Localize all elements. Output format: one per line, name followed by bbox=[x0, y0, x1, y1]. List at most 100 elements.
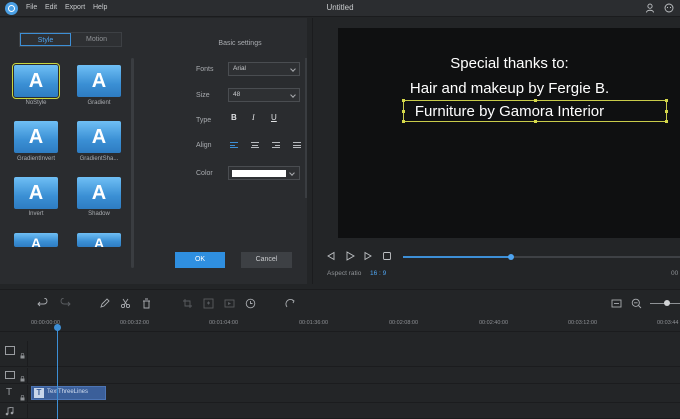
chevron-down-icon bbox=[289, 170, 295, 176]
fonts-select[interactable]: Arial bbox=[228, 62, 300, 76]
resize-handle[interactable] bbox=[402, 99, 405, 102]
next-frame-icon[interactable] bbox=[363, 251, 373, 261]
freeze-frame-icon[interactable] bbox=[224, 298, 235, 309]
previous-frame-icon[interactable] bbox=[326, 251, 336, 261]
resize-handle[interactable] bbox=[534, 120, 537, 123]
tick-label: 00:01:36:00 bbox=[299, 320, 329, 326]
scissors-icon[interactable] bbox=[120, 298, 131, 309]
ok-button[interactable]: OK bbox=[175, 252, 225, 268]
preview-canvas[interactable]: Special thanks to: Hair and makeup by Fe… bbox=[338, 28, 680, 238]
resize-handle[interactable] bbox=[665, 120, 668, 123]
play-icon[interactable] bbox=[345, 251, 355, 261]
playhead-handle[interactable] bbox=[54, 324, 61, 331]
track-header: T bbox=[0, 385, 28, 402]
style-tile-shadow[interactable]: A bbox=[77, 177, 121, 209]
edit-toolbar bbox=[0, 289, 680, 315]
chevron-down-icon bbox=[290, 66, 296, 72]
style-label-gradient-shadow: GradientSha... bbox=[79, 156, 119, 162]
style-tile-nostyle[interactable]: A bbox=[12, 63, 60, 99]
lock-icon[interactable] bbox=[20, 395, 25, 401]
style-tile-gradient[interactable]: A bbox=[77, 65, 121, 97]
basic-settings-title: Basic settings bbox=[218, 40, 262, 47]
video-track[interactable] bbox=[0, 341, 680, 367]
style-list-scrollbar[interactable] bbox=[131, 58, 134, 268]
edit-pen-icon[interactable] bbox=[99, 298, 110, 309]
resize-handle[interactable] bbox=[534, 99, 537, 102]
text-track-icon: T bbox=[6, 387, 13, 398]
size-value: 48 bbox=[233, 91, 241, 98]
chevron-down-icon bbox=[290, 92, 296, 98]
resize-handle[interactable] bbox=[402, 120, 405, 123]
style-label-gradient-invert: GradientInvert bbox=[16, 156, 56, 162]
resize-handle[interactable] bbox=[665, 99, 668, 102]
duration-clock-icon[interactable] bbox=[245, 298, 256, 309]
audio-detach-icon[interactable] bbox=[285, 298, 296, 309]
style-label-gradient: Gradient bbox=[87, 100, 111, 106]
lock-icon[interactable] bbox=[20, 376, 25, 382]
style-tile-7[interactable]: A bbox=[14, 233, 58, 247]
tick-label: 00:01:04:00 bbox=[209, 320, 239, 326]
align-left-icon[interactable] bbox=[230, 142, 238, 149]
resize-handle[interactable] bbox=[402, 110, 405, 113]
playhead[interactable] bbox=[57, 324, 58, 419]
stop-icon[interactable] bbox=[382, 251, 392, 261]
tab-motion[interactable]: Motion bbox=[71, 33, 122, 46]
style-label-shadow: Shadow bbox=[88, 211, 110, 217]
undo-icon[interactable] bbox=[37, 298, 48, 309]
seek-progress bbox=[403, 256, 512, 258]
fonts-value: Arial bbox=[233, 65, 247, 72]
style-tile-gradient-shadow[interactable]: A bbox=[77, 121, 121, 153]
size-label: Size bbox=[196, 92, 210, 99]
timeline-ruler[interactable]: 00:00:00:00 00:00:32:00 00:01:04:00 00:0… bbox=[0, 316, 680, 332]
tick-label: 00:02:40:00 bbox=[479, 320, 509, 326]
cancel-button[interactable]: Cancel bbox=[241, 252, 292, 268]
style-label-nostyle: NoStyle bbox=[25, 100, 47, 106]
settings-scrollbar[interactable] bbox=[305, 58, 307, 198]
account-icon[interactable] bbox=[645, 3, 655, 13]
overlay-track[interactable] bbox=[0, 368, 680, 384]
window-title: Untitled bbox=[326, 3, 354, 12]
resize-handle[interactable] bbox=[665, 110, 668, 113]
aspect-ratio-value[interactable]: 16 : 9 bbox=[370, 270, 386, 277]
seek-bar[interactable] bbox=[403, 254, 680, 260]
tab-style[interactable]: Style bbox=[20, 33, 71, 46]
time-display: 00 bbox=[671, 270, 679, 277]
redo-icon[interactable] bbox=[60, 298, 71, 309]
color-swatch bbox=[232, 170, 286, 177]
bold-button[interactable]: B bbox=[231, 113, 237, 122]
fit-timeline-icon[interactable] bbox=[611, 298, 622, 309]
style-tile-8[interactable]: A bbox=[77, 233, 121, 247]
seek-handle[interactable] bbox=[508, 254, 515, 260]
feedback-icon[interactable] bbox=[664, 3, 674, 13]
text-clip-label: TextThreeLines bbox=[47, 389, 89, 395]
style-tabs: Style Motion bbox=[19, 32, 122, 47]
zoom-slider-handle[interactable] bbox=[664, 300, 670, 306]
size-select[interactable]: 48 bbox=[228, 88, 300, 102]
align-center-icon[interactable] bbox=[251, 142, 259, 149]
fonts-label: Fonts bbox=[196, 66, 214, 73]
italic-button[interactable]: I bbox=[252, 113, 255, 122]
overlay-track-icon bbox=[5, 371, 15, 379]
style-tile-gradient-invert[interactable]: A bbox=[14, 121, 58, 153]
align-justify-icon[interactable] bbox=[293, 142, 301, 149]
aspect-ratio-label: Aspect ratio bbox=[327, 270, 362, 277]
color-picker[interactable] bbox=[228, 166, 300, 180]
mosaic-icon[interactable] bbox=[203, 298, 214, 309]
crop-icon[interactable] bbox=[182, 298, 193, 309]
lock-icon[interactable] bbox=[20, 353, 25, 359]
align-right-icon[interactable] bbox=[272, 142, 280, 149]
color-label: Color bbox=[196, 170, 213, 177]
title-bar: File Edit Export Help Untitled bbox=[0, 0, 680, 17]
text-clip[interactable]: T TextThreeLines bbox=[31, 386, 106, 400]
tick-label: 00:03:12:00 bbox=[568, 320, 598, 326]
type-label: Type bbox=[196, 117, 212, 124]
caption-line-1: Special thanks to: bbox=[450, 55, 569, 72]
trash-icon[interactable] bbox=[141, 298, 152, 309]
zoom-out-icon[interactable] bbox=[631, 298, 642, 309]
audio-track[interactable] bbox=[0, 404, 680, 419]
text-selection-box[interactable] bbox=[402, 99, 668, 123]
style-tile-invert[interactable]: A bbox=[14, 177, 58, 209]
style-label-invert: Invert bbox=[28, 211, 44, 217]
underline-button[interactable]: U bbox=[271, 113, 277, 122]
preview-panel: Special thanks to: Hair and makeup by Fe… bbox=[312, 18, 680, 284]
